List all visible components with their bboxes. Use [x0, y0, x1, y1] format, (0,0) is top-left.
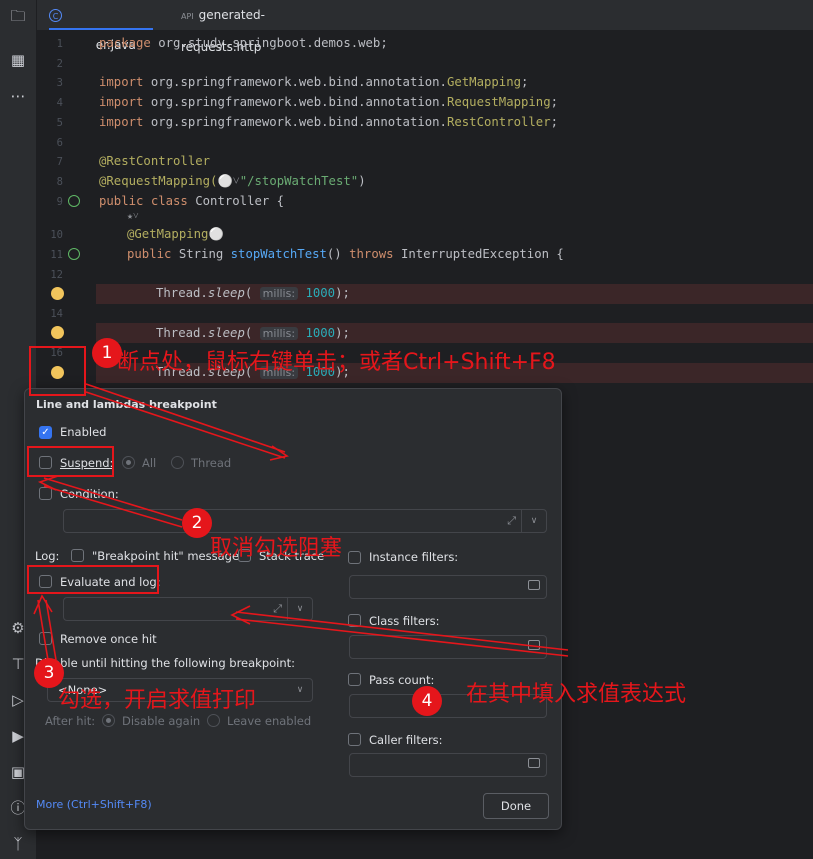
annotation-note-4: 在其中填入求值表达式 — [466, 682, 687, 707]
annotation-arrows — [33, 383, 569, 661]
annotation-note-1: 断点处，鼠标右键单击；或者Ctrl+Shift+F8 — [117, 350, 556, 375]
annotation-note-2: 取消勾选阻塞 — [210, 536, 343, 561]
annotation-badge-4: 4 — [412, 686, 442, 716]
annotation-badge-2: 2 — [182, 508, 212, 538]
annotation-note-3: 勾选，开启求值打印 — [58, 688, 257, 713]
